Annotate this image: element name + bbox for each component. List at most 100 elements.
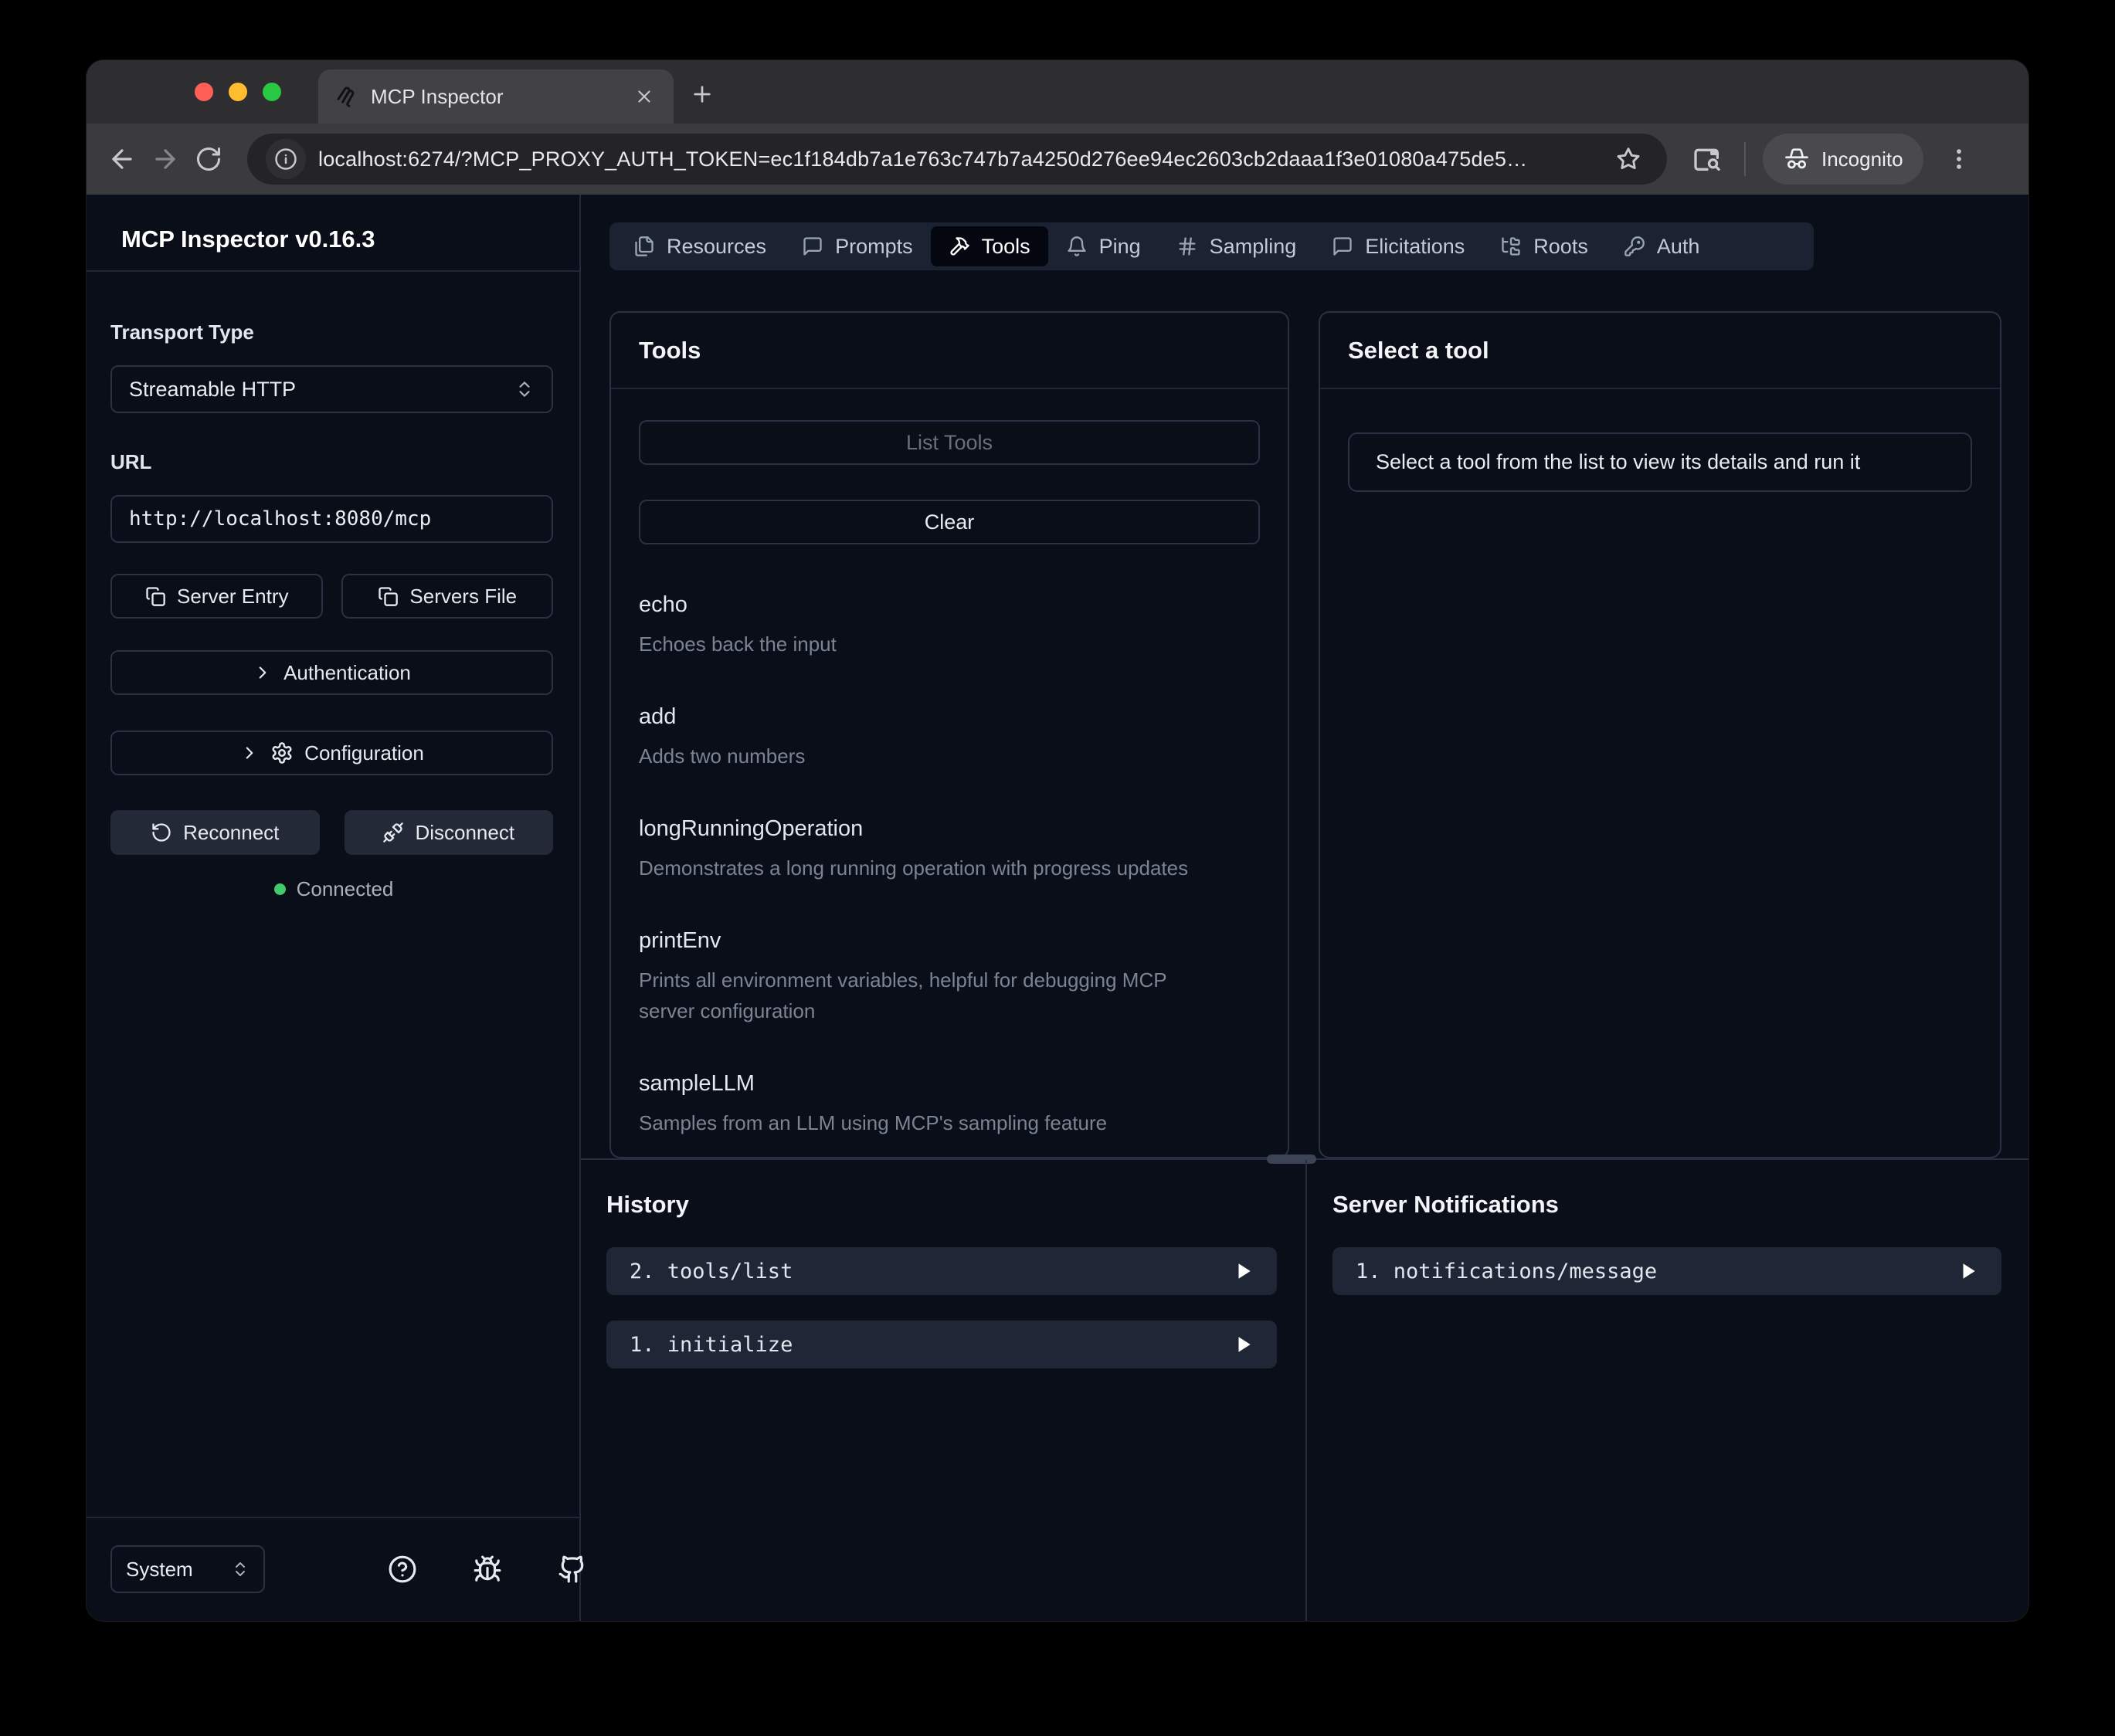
bug-icon[interactable] <box>473 1555 502 1584</box>
theme-value: System <box>126 1558 193 1582</box>
reconnect-button[interactable]: Reconnect <box>110 810 320 855</box>
tab-label: Roots <box>1533 235 1588 259</box>
history-section: History 2. tools/list 1. initialize <box>581 1160 1304 1621</box>
rotate-ccw-icon <box>151 822 172 843</box>
connection-status: Connected <box>87 877 581 901</box>
url-text[interactable]: localhost:6274/?MCP_PROXY_AUTH_TOKEN=ec1… <box>318 147 1596 171</box>
transport-type-select[interactable]: Streamable HTTP <box>110 365 553 413</box>
copy-icon <box>144 585 166 607</box>
copy-icon <box>377 585 399 607</box>
browser-tab[interactable]: MCP Inspector <box>318 70 674 124</box>
browser-menu-icon[interactable] <box>1940 141 1978 178</box>
tool-list-item[interactable]: echo Echoes back the input <box>639 592 1260 659</box>
message-square-icon <box>1332 236 1353 257</box>
reload-icon[interactable] <box>187 137 230 181</box>
hammer-icon <box>949 236 970 257</box>
tool-name: echo <box>639 592 1260 618</box>
minimize-window-button[interactable] <box>229 83 247 101</box>
tab-search-icon[interactable] <box>1687 139 1727 179</box>
clear-tools-button[interactable]: Clear <box>639 500 1260 544</box>
status-dot-icon <box>274 883 286 895</box>
disconnect-button[interactable]: Disconnect <box>345 810 554 855</box>
server-entry-button[interactable]: Server Entry <box>110 574 323 619</box>
chevron-right-icon <box>239 743 260 763</box>
transport-type-label: Transport Type <box>110 320 254 344</box>
new-tab-button[interactable] <box>685 77 719 111</box>
tool-detail-empty-message: Select a tool from the list to view its … <box>1348 432 1972 492</box>
site-info-icon[interactable] <box>266 139 306 179</box>
sidebar: MCP Inspector v0.16.3 Transport Type Str… <box>87 195 581 1621</box>
tool-list-item[interactable]: longRunningOperation Demonstrates a long… <box>639 816 1260 883</box>
server-notifications-title: Server Notifications <box>1332 1191 1559 1219</box>
theme-select[interactable]: System <box>110 1545 265 1593</box>
window-controls <box>195 60 281 124</box>
tool-list-item[interactable]: add Adds two numbers <box>639 704 1260 771</box>
tab-auth[interactable]: Auth <box>1606 226 1718 266</box>
expand-play-icon[interactable] <box>1234 1334 1254 1355</box>
url-label: URL <box>110 450 151 474</box>
configuration-label: Configuration <box>304 741 424 765</box>
tool-name: add <box>639 704 1260 730</box>
back-icon[interactable] <box>100 137 144 181</box>
files-icon <box>633 236 655 257</box>
tab-sampling[interactable]: Sampling <box>1159 226 1315 266</box>
close-window-button[interactable] <box>195 83 213 101</box>
reconnect-label: Reconnect <box>183 821 279 845</box>
tool-description: Adds two numbers <box>639 741 1195 771</box>
hash-icon <box>1176 236 1198 257</box>
tab-label: Ping <box>1099 235 1141 259</box>
address-bar[interactable]: localhost:6274/?MCP_PROXY_AUTH_TOKEN=ec1… <box>247 134 1667 185</box>
help-icon[interactable] <box>388 1555 417 1584</box>
chevrons-up-down-icon <box>514 379 535 399</box>
tab-close-icon[interactable] <box>630 83 658 110</box>
authentication-button[interactable]: Authentication <box>110 650 553 695</box>
tool-description: Echoes back the input <box>639 629 1195 659</box>
list-tools-button[interactable]: List Tools <box>639 420 1260 465</box>
configuration-button[interactable]: Configuration <box>110 731 553 775</box>
main-content: Resources Prompts Tools <box>581 195 2028 1621</box>
tool-detail-title: Select a tool <box>1348 337 1489 364</box>
browser-tab-strip: MCP Inspector <box>87 60 2028 124</box>
tool-description: Demonstrates a long running operation wi… <box>639 853 1195 883</box>
list-tools-label: List Tools <box>906 431 993 455</box>
server-url-input[interactable]: http://localhost:8080/mcp <box>110 495 553 543</box>
browser-window: MCP Inspector localhost:6274/?MCP_PROXY_… <box>87 60 2028 1621</box>
tab-resources[interactable]: Resources <box>616 226 784 266</box>
browser-toolbar: localhost:6274/?MCP_PROXY_AUTH_TOKEN=ec1… <box>87 124 2028 195</box>
server-entry-label: Server Entry <box>177 585 289 609</box>
zoom-window-button[interactable] <box>263 83 281 101</box>
tab-elicitations[interactable]: Elicitations <box>1314 226 1482 266</box>
tab-label: Auth <box>1657 235 1700 259</box>
tools-panel-title: Tools <box>639 337 701 364</box>
bookmark-star-icon[interactable] <box>1608 139 1648 179</box>
tab-label: Resources <box>667 235 766 259</box>
tool-name: longRunningOperation <box>639 816 1260 842</box>
tool-list-item[interactable]: printEnv Prints all environment variable… <box>639 928 1260 1026</box>
tool-list: echo Echoes back the input add Adds two … <box>639 592 1260 1138</box>
history-item[interactable]: 2. tools/list <box>606 1247 1277 1295</box>
feature-tab-bar: Resources Prompts Tools <box>609 222 1814 270</box>
tab-roots[interactable]: Roots <box>1482 226 1606 266</box>
sidebar-footer: System <box>87 1517 579 1621</box>
message-square-icon <box>802 236 823 257</box>
mcp-logo-favicon <box>334 84 358 109</box>
expand-play-icon[interactable] <box>1234 1261 1254 1281</box>
forward-icon[interactable] <box>144 137 187 181</box>
tab-ping[interactable]: Ping <box>1048 226 1159 266</box>
servers-file-button[interactable]: Servers File <box>341 574 554 619</box>
expand-play-icon[interactable] <box>1958 1261 1978 1281</box>
tool-list-item[interactable]: sampleLLM Samples from an LLM using MCP'… <box>639 1071 1260 1138</box>
app-title: MCP Inspector v0.16.3 <box>121 225 375 253</box>
tab-prompts[interactable]: Prompts <box>784 226 931 266</box>
history-item[interactable]: 1. initialize <box>606 1321 1277 1368</box>
incognito-icon <box>1783 145 1811 173</box>
tool-detail-panel: Select a tool Select a tool from the lis… <box>1319 311 2001 1158</box>
tab-tools[interactable]: Tools <box>931 226 1048 266</box>
tool-description: Prints all environment variables, helpfu… <box>639 965 1195 1026</box>
history-title: History <box>606 1191 689 1219</box>
tab-label: Tools <box>982 235 1030 259</box>
toolbar-divider <box>1744 142 1746 176</box>
tool-name: printEnv <box>639 928 1260 954</box>
notification-item[interactable]: 1. notifications/message <box>1332 1247 2001 1295</box>
tool-name: sampleLLM <box>639 1071 1260 1097</box>
